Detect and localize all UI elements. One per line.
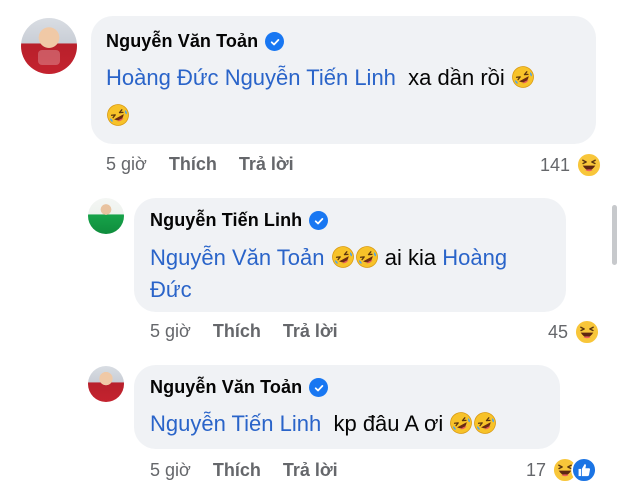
comment-text: Hoàng Đức Nguyễn Tiến Linh xa dần rồi: [106, 61, 535, 95]
comment-thread: Nguyễn Văn Toản Hoàng Đức Nguyễn Tiến Li…: [0, 0, 620, 504]
reaction-summary[interactable]: 141: [540, 152, 602, 178]
reaction-count: 45: [548, 321, 569, 342]
mention-link[interactable]: Nguyễn Văn Toản: [150, 245, 325, 270]
comment-timestamp[interactable]: 5 giờ: [150, 321, 191, 342]
comment-message: xa dần rồi: [408, 65, 505, 90]
avatar[interactable]: [88, 198, 124, 234]
verified-badge-icon: [309, 211, 329, 230]
rofl-emoji-icon: [449, 411, 473, 435]
like-reaction-icon: [571, 457, 597, 483]
avatar[interactable]: [88, 366, 124, 402]
haha-reaction-icon: [574, 319, 600, 345]
reaction-summary[interactable]: 45: [548, 319, 600, 345]
comment-text: Nguyễn Văn Toản ai kia Hoàng: [150, 241, 507, 275]
reply-button[interactable]: Trả lời: [283, 460, 338, 481]
comment-author[interactable]: Nguyễn Tiến Linh: [150, 210, 302, 231]
mention-link[interactable]: Nguyễn Tiến Linh: [225, 65, 396, 90]
comment-author[interactable]: Nguyễn Văn Toản: [106, 31, 258, 52]
comment-text: Nguyễn Tiến Linh kp đâu A ơi: [150, 407, 497, 441]
comment-message: ai kia: [384, 245, 437, 270]
reply-button[interactable]: Trả lời: [283, 321, 338, 342]
reaction-count: 17: [526, 459, 547, 480]
rofl-emoji-icon: [473, 411, 497, 435]
like-button[interactable]: Thích: [169, 154, 217, 175]
like-button[interactable]: Thích: [213, 460, 261, 481]
avatar[interactable]: [21, 18, 77, 74]
reaction-count: 141: [540, 154, 571, 175]
verified-badge-icon: [309, 378, 329, 397]
mention-link[interactable]: Hoàng: [442, 245, 507, 270]
comment-author[interactable]: Nguyễn Văn Toản: [150, 377, 302, 398]
comment-timestamp[interactable]: 5 giờ: [150, 460, 191, 481]
scrollbar[interactable]: [612, 205, 617, 265]
rofl-emoji-icon: [355, 245, 379, 269]
comment-message: kp đâu A ơi: [333, 411, 444, 436]
mention-link[interactable]: Nguyễn Tiến Linh: [150, 411, 321, 436]
mention-link[interactable]: Đức: [150, 277, 192, 302]
like-button[interactable]: Thích: [213, 321, 261, 342]
rofl-emoji-icon: [511, 65, 535, 89]
reaction-summary[interactable]: 17: [526, 457, 597, 483]
mention-link[interactable]: Hoàng Đức: [106, 65, 219, 90]
haha-reaction-icon: [576, 152, 602, 178]
rofl-emoji-icon: [331, 245, 355, 269]
verified-badge-icon: [265, 32, 285, 51]
reply-button[interactable]: Trả lời: [239, 154, 294, 175]
comment-timestamp[interactable]: 5 giờ: [106, 154, 147, 175]
rofl-emoji-icon: [106, 103, 130, 127]
